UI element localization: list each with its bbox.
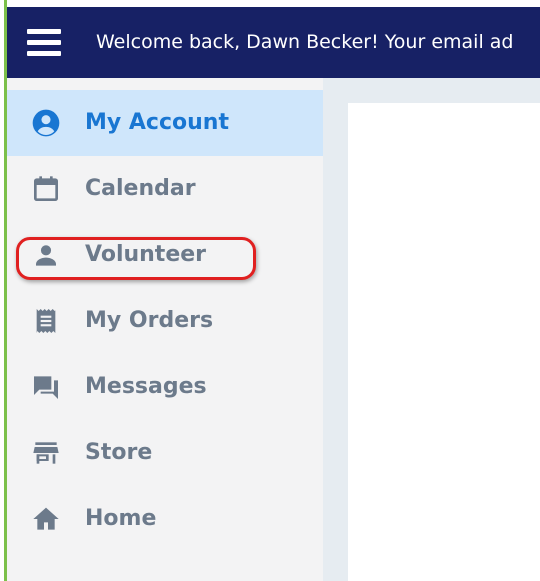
sidebar-nav: My Account Calendar Volunteer My Orders … (7, 78, 323, 581)
content-card (348, 103, 540, 581)
sidebar-item-home[interactable]: Home (7, 486, 323, 552)
volunteer-highlight-outline (16, 237, 256, 280)
top-header-bar: Welcome back, Dawn Becker! Your email ad (7, 7, 540, 78)
home-icon (30, 503, 62, 535)
hamburger-menu-icon[interactable] (27, 29, 61, 57)
sidebar-item-messages[interactable]: Messages (7, 354, 323, 420)
sidebar-item-label: Calendar (85, 176, 196, 201)
receipt-icon (30, 305, 62, 337)
sidebar-item-label: My Orders (85, 308, 214, 333)
sidebar-item-label: Store (85, 440, 153, 465)
account-circle-icon (30, 107, 62, 139)
sidebar-item-calendar[interactable]: Calendar (7, 156, 323, 222)
sidebar-item-store[interactable]: Store (7, 420, 323, 486)
sidebar-item-label: Messages (85, 374, 207, 399)
welcome-message: Welcome back, Dawn Becker! Your email ad (96, 31, 514, 53)
sidebar-item-label: Home (85, 506, 157, 531)
sidebar-item-my-orders[interactable]: My Orders (7, 288, 323, 354)
sidebar-item-my-account[interactable]: My Account (7, 90, 323, 156)
store-icon (30, 437, 62, 469)
sidebar-item-label: My Account (85, 110, 229, 135)
chat-icon (30, 371, 62, 403)
calendar-icon (30, 173, 62, 205)
